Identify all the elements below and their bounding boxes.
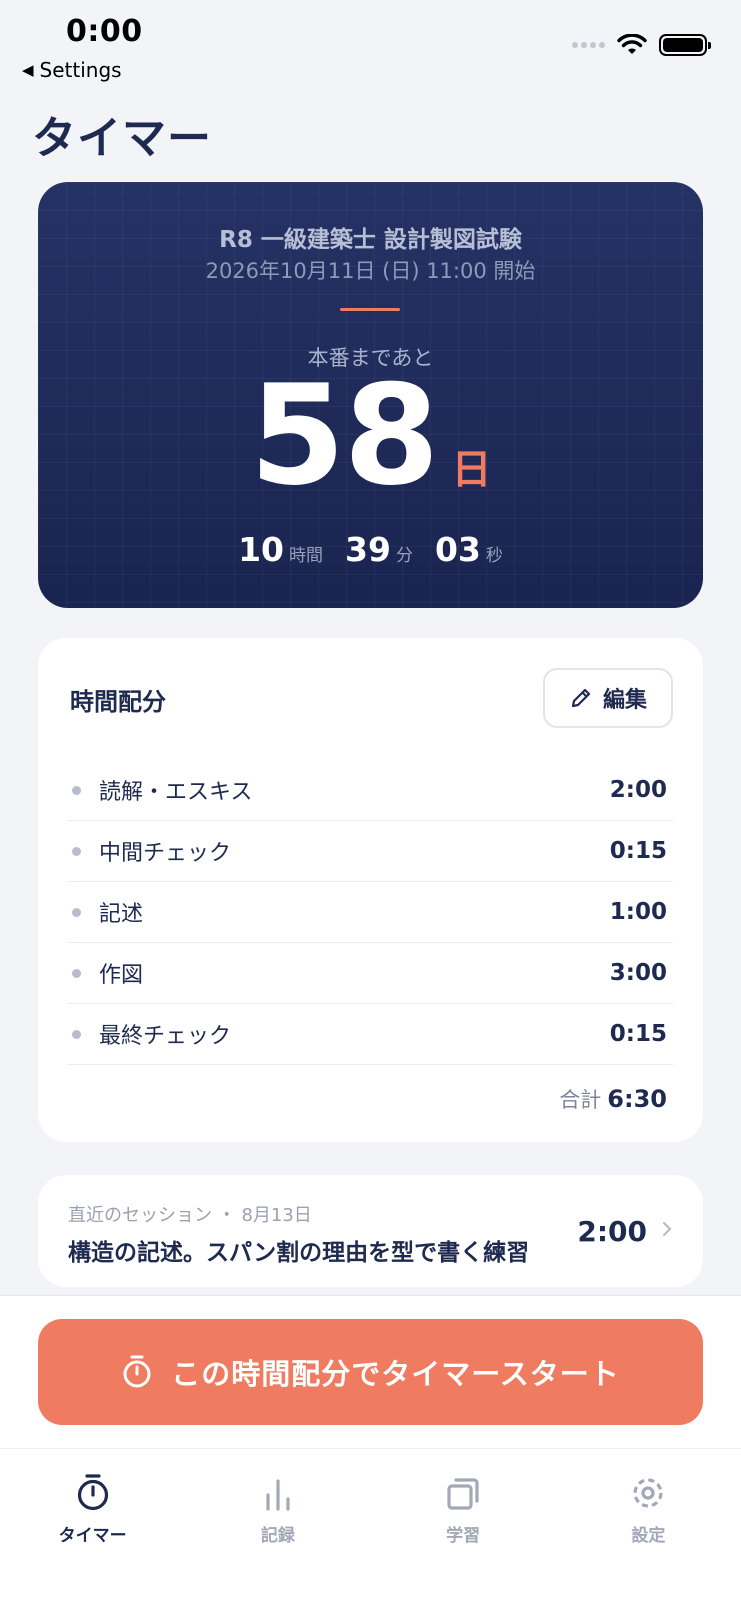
tab-bar: タイマー 記録 学習 設定 [0,1448,741,1604]
allocation-total: 合計 6:30 [559,1084,667,1114]
tab-settings[interactable]: 設定 [556,1449,741,1604]
seconds-number: 03 [434,530,481,569]
tab-label: 設定 [631,1526,666,1546]
tab-study[interactable]: 学習 [371,1449,556,1604]
status-bar: 0:00 ◀ Settings [0,0,741,88]
hours-number: 10 [238,530,285,569]
allocation-row: 作図 3:00 [68,943,673,1004]
edit-allocation-button[interactable]: 編集 [543,668,673,728]
tab-label: 記録 [260,1526,295,1546]
cards-icon [447,1478,479,1510]
exam-datetime: 2026年10月11日 (日) 11:00 開始 [205,259,536,283]
start-timer-button[interactable]: この時間配分でタイマースタート [38,1319,703,1425]
page-title: タイマー [32,113,212,164]
bar-chart-icon [266,1479,290,1511]
session-meta: 直近のセッション ・ 8月13日 [68,1205,312,1226]
stopwatch-icon [123,1355,151,1388]
edit-button-label: 編集 [602,688,647,713]
pencil-icon [571,688,591,708]
allocation-name: 記述 [99,902,144,927]
days-unit: 日 [451,447,492,493]
allocation-time: 0:15 [609,1021,667,1047]
recent-session-card[interactable]: 直近のセッション ・ 8月13日 構造の記述。スパン割の理由を型で書く練習 2:… [38,1175,703,1287]
session-title: 構造の記述。スパン割の理由を型で書く練習 [68,1240,530,1266]
allocation-time: 1:00 [609,899,667,925]
total-label: 合計 [559,1088,602,1112]
total-value: 6:30 [607,1085,667,1113]
tab-label: 学習 [446,1526,481,1546]
bottom-panel: この時間配分でタイマースタート タイマー 記録 学習 設定 [0,1295,741,1604]
allocation-title: 時間配分 [70,688,166,716]
seconds-unit: 秒 [485,546,503,566]
allocation-list: 読解・エスキス 2:00 中間チェック 0:15 記述 1:00 作図 3:00… [68,760,673,1065]
bullet-icon [72,846,81,856]
allocation-row: 読解・エスキス 2:00 [68,760,673,821]
chevron-right-icon [662,1221,672,1237]
wifi-icon [617,34,647,54]
tab-timer[interactable]: タイマー [0,1449,185,1604]
stopwatch-icon [77,1474,108,1511]
minutes-number: 39 [345,530,391,569]
allocation-row: 記述 1:00 [68,882,673,943]
time-remaining: 10 時間 39 分 03 秒 [38,530,703,569]
bullet-icon [72,968,81,978]
cellular-signal-icon [572,42,605,48]
exam-name: R8 一級建築士 設計製図試験 [219,227,522,253]
tab-records[interactable]: 記録 [185,1449,370,1604]
allocation-time: 0:15 [609,838,667,864]
allocation-row: 中間チェック 0:15 [68,821,673,882]
tab-label: タイマー [58,1526,127,1546]
time-allocation-card: 時間配分 編集 読解・エスキス 2:00 中間チェック 0:15 記述 1:00… [38,638,703,1142]
allocation-time: 2:00 [609,777,667,803]
days-remaining: 58 日 [38,360,703,512]
accent-divider [340,308,400,311]
countdown-card: R8 一級建築士 設計製図試験 2026年10月11日 (日) 11:00 開始… [38,182,703,608]
bullet-icon [72,785,81,795]
allocation-row: 最終チェック 0:15 [68,1004,673,1065]
bullet-icon [72,907,81,917]
allocation-name: 作図 [99,963,144,988]
battery-icon [659,34,711,56]
days-number: 58 [249,355,439,516]
session-duration: 2:00 [577,1215,647,1248]
back-to-settings-link[interactable]: ◀ Settings [22,58,122,82]
minutes-unit: 分 [395,546,413,566]
start-button-label: この時間配分でタイマースタート [171,1357,620,1391]
status-icons [572,34,711,56]
allocation-time: 3:00 [609,960,667,986]
gear-icon [633,1478,663,1508]
allocation-name: 読解・エスキス [99,780,253,805]
status-clock: 0:00 [66,14,143,49]
allocation-name: 最終チェック [99,1024,232,1049]
bullet-icon [72,1029,81,1039]
back-link-label: Settings [39,58,122,82]
hours-unit: 時間 [289,546,324,566]
back-arrow-icon: ◀ [22,61,34,79]
allocation-name: 中間チェック [99,841,232,866]
